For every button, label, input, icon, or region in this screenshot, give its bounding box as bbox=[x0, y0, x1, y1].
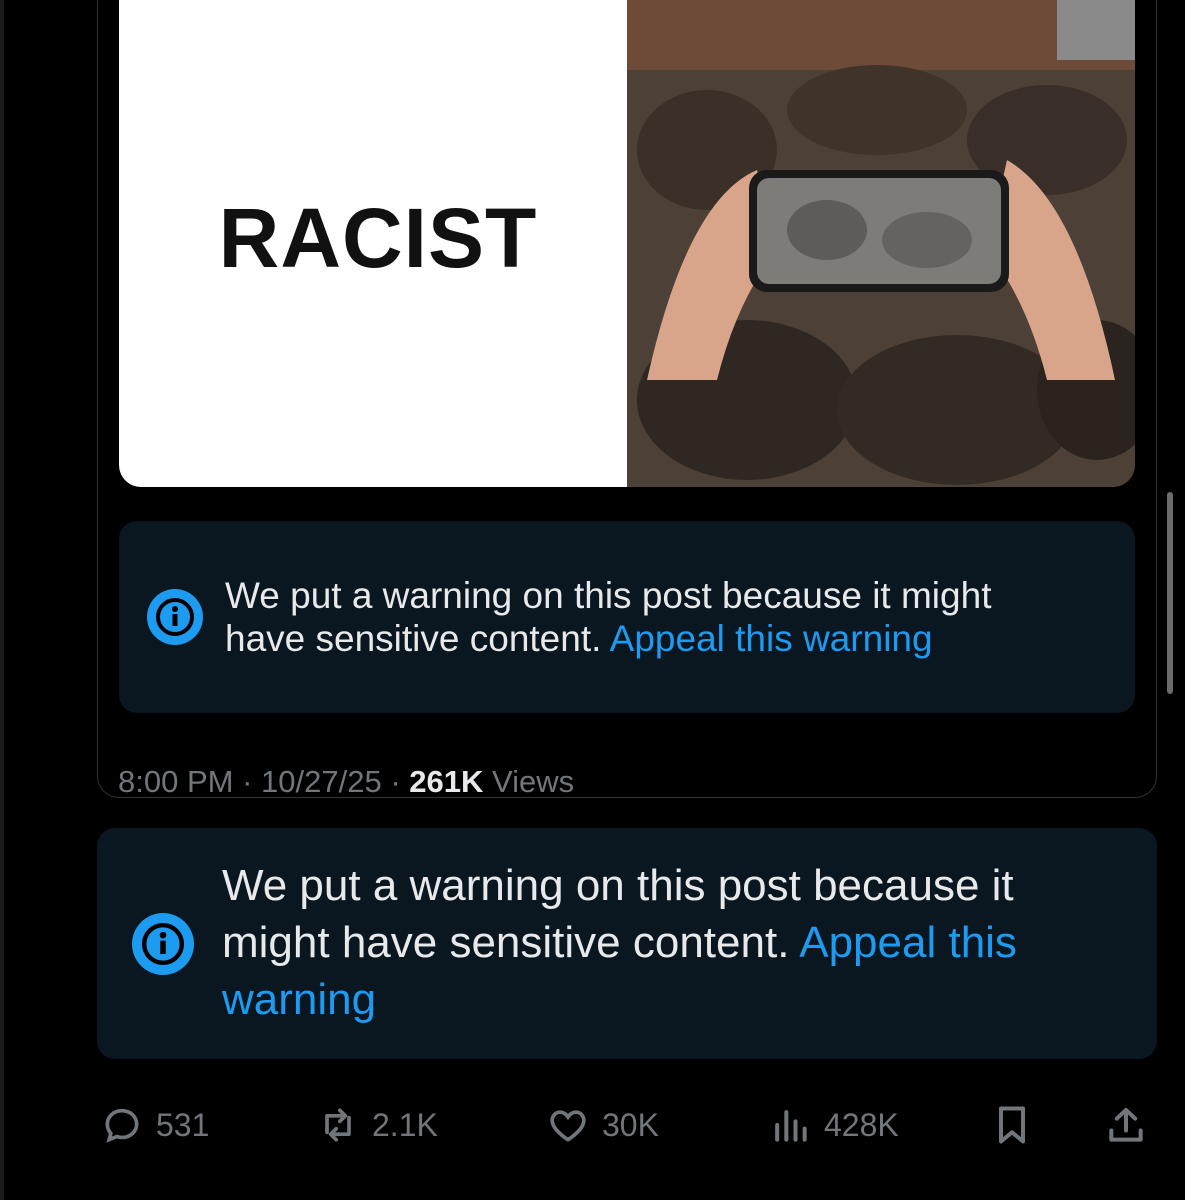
photo-illustration bbox=[627, 0, 1135, 487]
scrollbar[interactable] bbox=[1167, 492, 1173, 694]
views-icon bbox=[775, 1110, 807, 1142]
info-icon bbox=[132, 912, 194, 975]
media-left-panel: RACIST bbox=[119, 0, 627, 487]
warning-message: We put a warning on this post because it… bbox=[222, 858, 1122, 1028]
views-button[interactable]: 428K bbox=[768, 1095, 899, 1155]
repost-icon bbox=[325, 1108, 351, 1142]
post-sensitive-warning: We put a warning on this post because it… bbox=[97, 828, 1157, 1059]
appeal-warning-link[interactable]: Appeal this warning bbox=[610, 618, 933, 659]
like-button[interactable]: 30K bbox=[546, 1095, 659, 1155]
info-icon bbox=[147, 589, 203, 645]
views-total: 428K bbox=[824, 1106, 899, 1143]
views-count[interactable]: 261K bbox=[409, 764, 483, 799]
like-count: 30K bbox=[602, 1106, 659, 1143]
reply-icon bbox=[105, 1108, 139, 1143]
media-photo bbox=[627, 0, 1135, 487]
repost-button[interactable]: 2.1K bbox=[316, 1095, 438, 1155]
reply-button[interactable]: 531 bbox=[100, 1095, 209, 1155]
bookmark-button[interactable] bbox=[990, 1095, 1034, 1155]
meta-separator: · bbox=[390, 764, 401, 799]
post-time[interactable]: 8:00 PM bbox=[118, 764, 233, 799]
reply-count: 531 bbox=[156, 1106, 210, 1143]
repost-count: 2.1K bbox=[372, 1106, 438, 1143]
post-action-bar: 531 2.1K 30K 428K bbox=[0, 1095, 1185, 1155]
media-caption-text: RACIST bbox=[218, 191, 538, 285]
meta-separator: · bbox=[242, 764, 253, 799]
warning-message: We put a warning on this post because it… bbox=[225, 574, 1065, 661]
quoted-post-sensitive-warning: We put a warning on this post because it… bbox=[119, 521, 1135, 713]
post-date[interactable]: 10/27/25 bbox=[261, 764, 382, 799]
views-label: Views bbox=[492, 764, 575, 799]
share-icon bbox=[1109, 1107, 1143, 1142]
post-detail-view: RACIST We put a warning on this post bec… bbox=[0, 0, 1185, 1200]
bookmark-icon bbox=[998, 1106, 1026, 1144]
window-edge bbox=[0, 0, 4, 1200]
heart-icon bbox=[550, 1110, 586, 1142]
share-button[interactable] bbox=[1104, 1095, 1148, 1155]
post-media[interactable]: RACIST bbox=[119, 0, 1135, 487]
post-metadata: 8:00 PM · 10/27/25 · 261K Views bbox=[118, 764, 574, 800]
